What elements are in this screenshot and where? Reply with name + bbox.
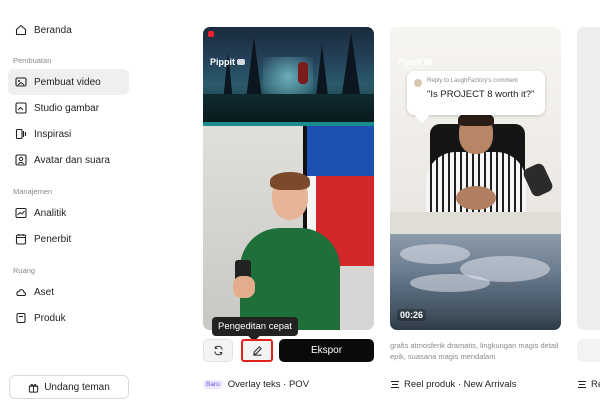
section-label-space: Ruang [13,266,36,275]
card-thumbnail-fantasy: Pippit [203,27,374,122]
comment-quote: "Is PROJECT 8 worth it?" [427,89,535,100]
card-title-label: Reel produk · New Arrivals [404,379,517,390]
template-card-partial[interactable] [577,27,600,330]
card-action-partial[interactable] [577,339,600,362]
mini-brand-logo [208,31,216,37]
card-title-label: Overlay teks · POV [227,379,310,390]
video-duration: 00:26 [397,309,427,321]
quick-edit-tooltip: Pengeditan cepat [212,317,298,342]
sidebar-item-label: Penerbit [34,233,72,245]
sidebar-item-penerbit[interactable]: Penerbit [8,226,129,252]
commenter-avatar [414,79,422,87]
cloud-icon [15,286,27,298]
section-label-creation: Pembuatan [13,56,52,65]
sidebar-item-label: Analitik [34,207,67,219]
sidebar-item-analitik[interactable]: Analitik [8,200,129,226]
new-badge: Baru [203,380,223,389]
sidebar-item-pembuat-video[interactable]: Pembuat video [8,69,129,95]
invite-friends-label: Undang teman [44,381,110,393]
quick-edit-button[interactable] [241,339,273,362]
sidebar-item-produk[interactable]: Produk [8,305,129,331]
sidebar-item-label: Produk [34,312,66,324]
video-icon [15,76,27,88]
card-thumbnail-creator: Pippit Reply to LaughFactory's comment "… [390,27,561,234]
sidebar: Beranda Pembuatan Pembuat video Studio g… [0,0,140,400]
reply-label: Reply to LaughFactory's comment [427,78,518,84]
section-label-management: Manajemen [13,187,53,196]
regenerate-button[interactable] [203,339,233,362]
sidebar-item-inspirasi[interactable]: Inspirasi [8,121,129,147]
sidebar-item-label: Avatar dan suara [34,154,110,166]
card-title-label: Re [591,379,600,390]
template-card-product-reel[interactable]: Pippit Reply to LaughFactory's comment "… [390,27,561,330]
sidebar-item-aset[interactable]: Aset [8,279,129,305]
gift-icon [29,383,39,393]
card-title-pov[interactable]: Baru Overlay teks · POV [203,379,309,390]
sidebar-item-beranda[interactable]: Beranda [8,17,129,43]
inspiration-icon [15,128,27,140]
sidebar-item-label: Studio gambar [34,102,100,114]
product-icon [15,312,27,324]
sidebar-item-studio-gambar[interactable]: Studio gambar [8,95,129,121]
refresh-icon [213,345,223,356]
avatar-icon [15,154,27,166]
template-card-pov[interactable]: Pippit [203,27,374,330]
image-edit-icon [15,102,27,114]
reel-icon [577,380,587,389]
calendar-icon [15,233,27,245]
invite-friends-button[interactable]: Undang teman [9,375,129,399]
card-title-product-reel[interactable]: Reel produk · New Arrivals [390,379,516,390]
card-title-partial[interactable]: Re [577,379,600,390]
card-thumbnail-presenter [203,126,374,330]
analytics-icon [15,207,27,219]
home-icon [15,24,27,36]
brand-watermark: Pippit [397,57,432,67]
comment-bubble: Reply to LaughFactory's comment "Is PROJ… [407,71,545,124]
export-button[interactable]: Ekspor [279,339,374,362]
sidebar-item-label: Inspirasi [34,128,72,140]
sidebar-item-label: Aset [34,286,55,298]
sidebar-item-label: Beranda [34,24,72,36]
pencil-icon [252,346,262,356]
sidebar-item-avatar-suara[interactable]: Avatar dan suara [8,147,129,173]
brand-watermark: Pippit [210,57,245,67]
card-description: grafis atmosferik dramatis, lingkungan m… [390,341,559,361]
reel-icon [390,380,400,389]
app-root: Beranda Pembuatan Pembuat video Studio g… [0,0,600,400]
sidebar-item-label: Pembuat video [34,76,101,88]
